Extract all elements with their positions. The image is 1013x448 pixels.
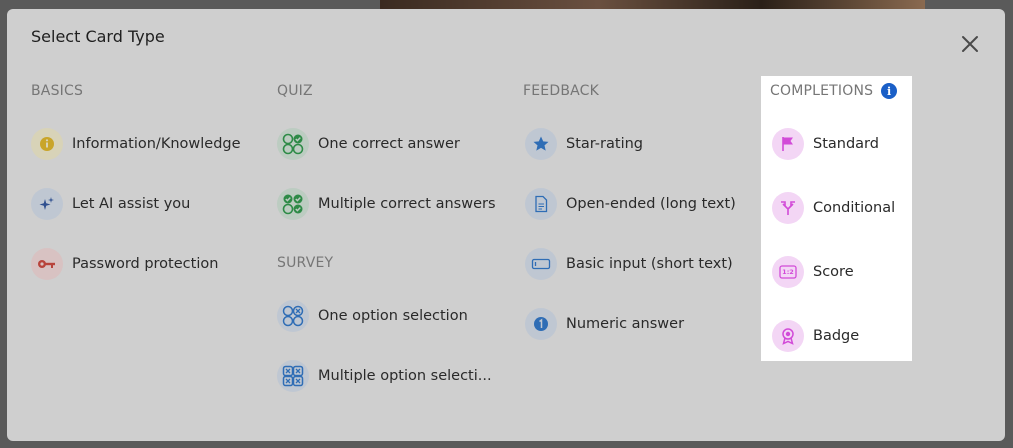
close-icon[interactable] [960,34,980,54]
card-type-password[interactable]: Password protection [31,247,218,281]
card-type-standard[interactable]: Standard [772,127,879,161]
completions-heading: COMPLETIONS i [770,83,898,99]
ratio-glyph: 1:2 [782,268,794,276]
card-type-label: Open-ended (long text) [566,196,736,212]
multi-option-grid-icon [277,360,309,392]
document-icon [525,188,557,220]
card-type-badge[interactable]: Badge [772,319,859,353]
card-type-label: Multiple correct answers [318,196,496,212]
card-type-label: Basic input (short text) [566,256,733,272]
card-type-basic-input[interactable]: Basic input (short text) [525,247,733,281]
card-type-label: Standard [813,136,879,152]
split-arrow-icon [772,192,804,224]
info-icon [31,128,63,160]
modal-title: Select Card Type [31,27,165,46]
select-card-type-modal: Select Card Type BASICS Information/Know… [7,9,1005,441]
card-type-label: Multiple option selecti... [318,368,492,384]
ratio-icon: 1:2 [772,256,804,288]
key-icon [31,248,63,280]
card-type-label: One correct answer [318,136,460,152]
multi-check-grid-icon [277,188,309,220]
card-type-score[interactable]: 1:2 Score [772,255,854,289]
card-type-one-option[interactable]: One option selection [277,299,468,333]
badge-icon [772,320,804,352]
option-grid-icon [277,300,309,332]
card-type-ai-assist[interactable]: Let AI assist you [31,187,190,221]
card-type-label: Conditional [813,200,896,216]
card-type-label: Score [813,264,854,280]
card-type-information[interactable]: Information/Knowledge [31,127,241,161]
completions-heading-text: COMPLETIONS [770,83,874,99]
card-type-label: One option selection [318,308,468,324]
card-type-label: Let AI assist you [72,196,191,212]
card-type-label: Numeric answer [566,316,685,332]
survey-heading: SURVEY [277,255,334,271]
card-type-one-correct[interactable]: One correct answer [277,127,460,161]
sparkles-icon [31,188,63,220]
single-check-grid-icon [277,128,309,160]
card-type-label: Password protection [72,256,219,272]
card-type-numeric[interactable]: Numeric answer [525,307,684,341]
feedback-heading: FEEDBACK [523,83,600,99]
card-type-multiple-option[interactable]: Multiple option selecti... [277,359,492,393]
card-type-open-ended[interactable]: Open-ended (long text) [525,187,736,221]
quiz-heading: QUIZ [277,83,313,99]
flag-icon [772,128,804,160]
card-type-label: Star-rating [566,136,643,152]
card-type-label: Information/Knowledge [72,136,241,152]
card-type-star-rating[interactable]: Star-rating [525,127,643,161]
card-type-conditional[interactable]: Conditional [772,191,895,225]
card-type-multiple-correct[interactable]: Multiple correct answers [277,187,496,221]
star-icon [525,128,557,160]
input-field-icon [525,248,557,280]
basics-heading: BASICS [31,83,84,99]
card-type-label: Badge [813,328,860,344]
number-one-icon [525,308,557,340]
info-icon[interactable]: i [881,83,898,99]
